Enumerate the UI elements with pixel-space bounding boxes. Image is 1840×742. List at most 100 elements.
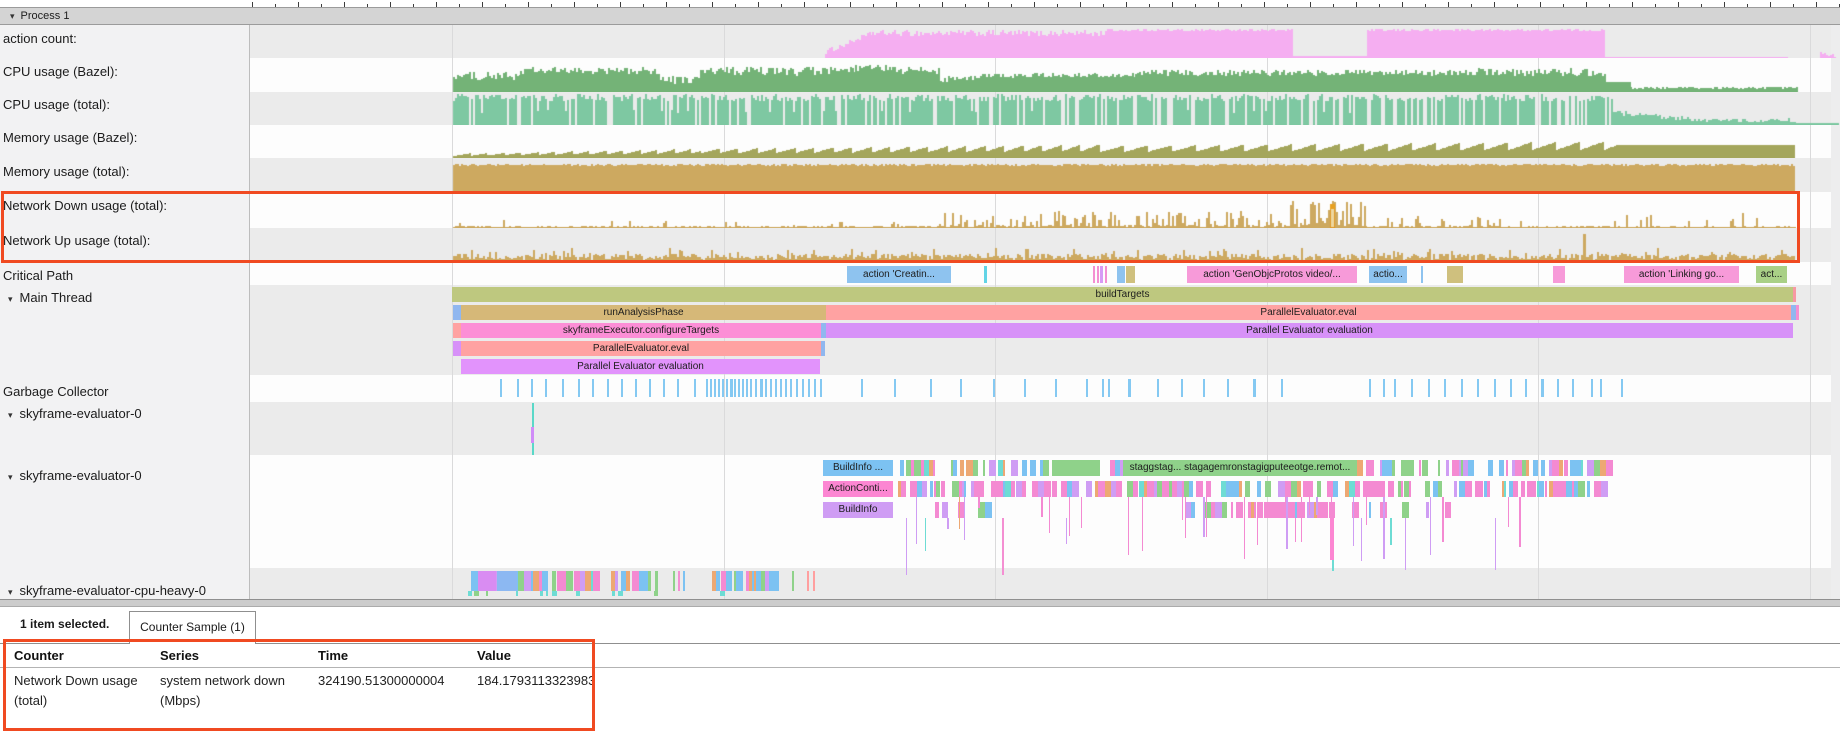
main-thread-span[interactable]: [1796, 305, 1799, 320]
evaluator-mosaic: [1245, 481, 1250, 497]
critical-path-span[interactable]: [984, 266, 987, 283]
evaluator-drip: [1330, 518, 1334, 560]
track-label-5-label: Network Down usage (total):: [3, 198, 167, 213]
cpu-heavy-mosaic: [655, 571, 658, 591]
gc-tick: [545, 379, 547, 397]
gc-tick: [1253, 379, 1256, 397]
counter-chart-net_down[interactable]: [250, 192, 1840, 228]
timeline-tracks-area[interactable]: action 'Creatin... action 'GenObjcProtos …: [250, 25, 1840, 599]
gc-tick: [1108, 379, 1110, 397]
thread-skyframe-evaluator-cpu-heavy[interactable]: ▾skyframe-evaluator-cpu-heavy-0: [8, 583, 206, 598]
evaluator-mosaic: [900, 460, 904, 476]
evaluator-mosaic: [1438, 481, 1442, 497]
evaluator-mosaic: [1003, 460, 1005, 476]
gc-tick: [531, 379, 533, 397]
counter-chart-mem_bazel[interactable]: [250, 125, 1840, 158]
main-thread-span[interactable]: Parallel Evaluator evaluation: [826, 323, 1793, 338]
gc-tick: [1024, 379, 1026, 397]
evaluator-mosaic: [1606, 460, 1613, 476]
evaluator-drip: [1309, 497, 1310, 515]
main-thread-span[interactable]: buildTargets: [452, 287, 1793, 302]
gc-tick: [765, 379, 767, 397]
counter-chart-cpu_bazel[interactable]: [250, 58, 1840, 92]
critical-path-span[interactable]: action 'Creatin...: [847, 266, 951, 283]
counter-chart-net_up[interactable]: [250, 228, 1840, 262]
critical-path-span[interactable]: [1447, 266, 1463, 283]
cpu-heavy-mosaic: [716, 571, 720, 591]
critical-path-span[interactable]: [1553, 266, 1565, 283]
counter-chart-mem_total[interactable]: [250, 158, 1840, 192]
critical-path-span[interactable]: [1093, 266, 1095, 283]
critical-path-span[interactable]: actio...: [1369, 266, 1407, 283]
track-label-5: Network Down usage (total):: [3, 198, 167, 213]
critical-path-span[interactable]: [1105, 266, 1107, 283]
critical-path-span[interactable]: action 'Linking go...: [1624, 266, 1739, 283]
cpu-heavy-underhang: [618, 591, 623, 596]
counter-chart-action_count[interactable]: [250, 25, 1840, 58]
critical-path-span[interactable]: act...: [1756, 266, 1787, 283]
critical-path-span[interactable]: [1421, 266, 1423, 283]
evaluator-mosaic: [1487, 481, 1490, 497]
collapse-triangle-icon[interactable]: ▾: [8, 294, 13, 304]
track-label-garbage-collector: Garbage Collector: [3, 384, 109, 399]
track-label-0: action count:: [3, 31, 77, 46]
gc-tick: [1181, 379, 1183, 397]
track-label-1-label: CPU usage (Bazel):: [3, 64, 118, 79]
critical-path-span[interactable]: [1100, 266, 1103, 283]
critical-path-span[interactable]: action 'GenObjcProtos video/...: [1187, 266, 1357, 283]
critical-path-span[interactable]: [1117, 266, 1125, 283]
evaluator-span[interactable]: ActionConti...: [823, 481, 893, 497]
main-thread-span[interactable]: ParallelEvaluator.eval: [461, 341, 821, 356]
critical-path-span[interactable]: [1126, 266, 1135, 283]
thread-skyframe-evaluator-0a[interactable]: ▾skyframe-evaluator-0: [8, 406, 142, 421]
evaluator-span[interactable]: [1052, 460, 1100, 476]
gc-tick: [562, 379, 564, 397]
collapse-triangle-icon[interactable]: ▾: [8, 587, 13, 597]
timeline-ruler[interactable]: [0, 0, 1840, 7]
evaluator-span[interactable]: BuildInfo: [823, 502, 893, 518]
evaluator-span[interactable]: BuildInfo ...: [823, 460, 893, 476]
critical-path-span[interactable]: [1097, 266, 1099, 283]
tab-counter-sample[interactable]: Counter Sample (1): [129, 611, 256, 644]
evaluator-span[interactable]: staggstag... stagagemronstagigputeeotge.…: [1123, 460, 1357, 476]
main-thread-span[interactable]: [453, 341, 461, 356]
cpu-heavy-block[interactable]: [497, 571, 517, 591]
panel-splitter[interactable]: [0, 599, 1840, 607]
thread-main-thread[interactable]: ▾Main Thread: [8, 290, 92, 305]
gc-tick: [722, 379, 724, 397]
gc-tick: [808, 379, 810, 397]
gc-tick: [775, 379, 777, 397]
main-thread-span[interactable]: skyframeExecutor.configureTargets: [461, 323, 821, 338]
cpu-heavy-underhang: [486, 591, 488, 596]
collapse-triangle-icon[interactable]: ▾: [8, 410, 13, 420]
main-thread-span[interactable]: Parallel Evaluator evaluation: [461, 359, 820, 374]
cpu-heavy-mosaic: [566, 571, 573, 591]
evaluator-mosaic: [1371, 460, 1374, 476]
process-header-bar[interactable]: ▾ Process 1: [0, 7, 1840, 25]
gc-tick: [718, 379, 720, 397]
cpu-heavy-tick: [807, 571, 809, 591]
track-label-0-label: action count:: [3, 31, 77, 46]
gc-tick: [1621, 379, 1623, 397]
collapse-triangle-icon[interactable]: ▾: [10, 11, 15, 22]
evaluator-mosaic: [1254, 502, 1256, 518]
main-thread-span[interactable]: [453, 323, 461, 338]
gc-tick: [1461, 379, 1463, 397]
evaluator-mosaic: [1409, 481, 1411, 497]
track-label-panel: action count:CPU usage (Bazel):CPU usage…: [0, 25, 250, 599]
gc-tick: [694, 379, 696, 397]
main-thread-span[interactable]: [453, 305, 461, 320]
gc-tick: [930, 379, 932, 397]
main-thread-span[interactable]: runAnalysisPhase: [461, 305, 826, 320]
main-thread-span[interactable]: [821, 341, 825, 356]
track-label-1: CPU usage (Bazel):: [3, 64, 118, 79]
main-thread-span[interactable]: ParallelEvaluator.eval: [826, 305, 1791, 320]
collapse-triangle-icon[interactable]: ▾: [8, 472, 13, 482]
main-thread-span[interactable]: [1793, 287, 1796, 302]
thread-skyframe-evaluator-0b[interactable]: ▾skyframe-evaluator-0: [8, 468, 142, 483]
gc-tick: [1600, 379, 1602, 397]
counter-chart-cpu_total[interactable]: [250, 92, 1840, 125]
cpu-heavy-block[interactable]: [478, 571, 496, 591]
evaluator-drip: [1066, 518, 1067, 544]
col-header-time: Time: [318, 648, 348, 663]
